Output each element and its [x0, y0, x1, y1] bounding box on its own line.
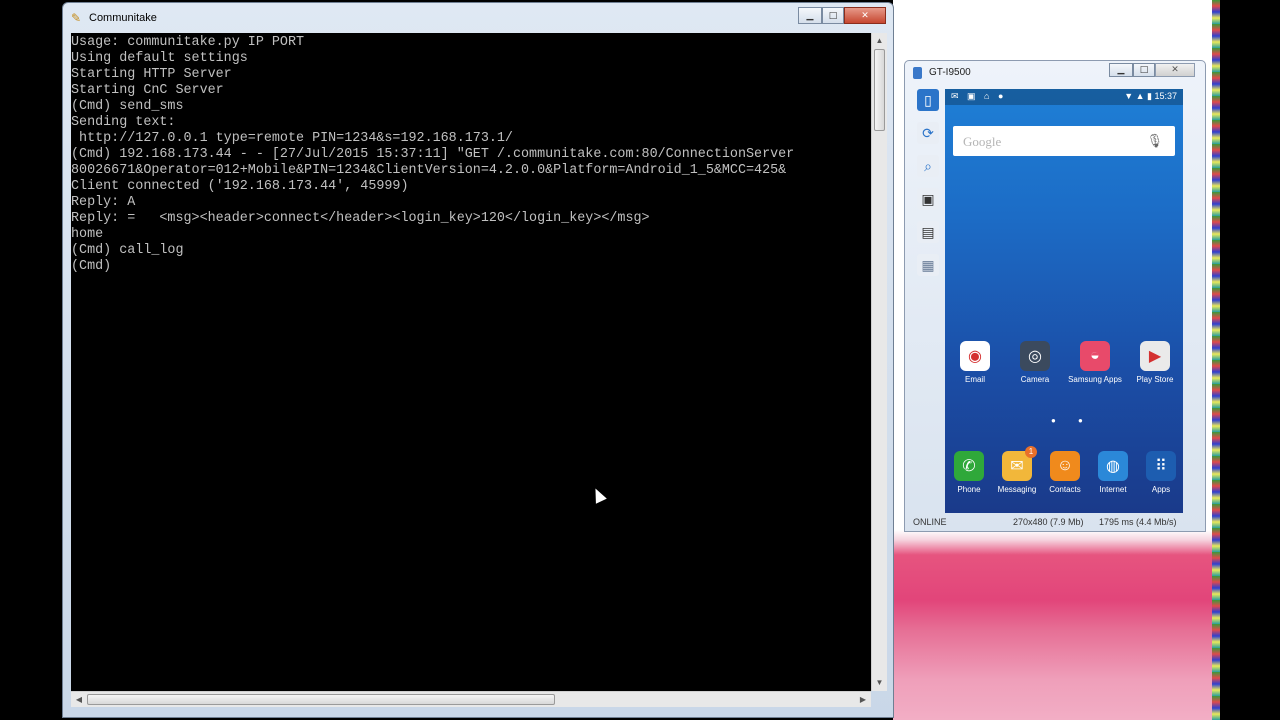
camera-icon: ◎ [1020, 341, 1050, 371]
emulator-close-button[interactable]: ✕ [1155, 63, 1195, 77]
internet-icon: ◍ [1098, 451, 1128, 481]
microphone-icon[interactable]: 🎙 [1146, 133, 1163, 149]
console-title: Communitake [89, 12, 157, 24]
app-label: Email [964, 375, 985, 384]
device-icon[interactable]: ▯ [917, 89, 939, 111]
app-label: Play Store [1136, 375, 1174, 384]
messaging-icon: ✉ 1 [1002, 446, 1037, 481]
notification-badge: 1 [1025, 446, 1037, 458]
phone-screen[interactable]: ✉ ▣ ⌂ ● ▼ ▲ ▮ 15:37 Google 🎙 ◉ Email ◎ Came… [945, 89, 1183, 513]
scroll-right-arrow-icon[interactable]: ▶ [855, 692, 871, 707]
phone-device-icon [913, 67, 922, 79]
play-store-icon: ▶ [1140, 341, 1170, 371]
emulator-minimize-button[interactable]: ▁ [1109, 63, 1133, 77]
horizontal-scroll-thumb[interactable] [87, 694, 555, 705]
close-button[interactable]: ✕ [844, 7, 886, 24]
status-online: ONLINE [913, 517, 947, 527]
document-icon[interactable]: ▦ [917, 254, 939, 276]
vertical-scroll-thumb[interactable] [874, 49, 885, 131]
app-label: Apps [1151, 485, 1171, 494]
desktop-left-strip [0, 0, 62, 720]
record-icon[interactable]: ▤ [917, 221, 939, 243]
console-window[interactable]: ✎ Communitake ▁ □ ✕ Usage: communitake.p… [62, 2, 894, 718]
app-email[interactable]: ◉ Email [947, 341, 1003, 384]
contacts-icon: ☺ [1050, 451, 1080, 481]
mouse-cursor [590, 485, 607, 504]
app-camera[interactable]: ◎ Camera [1007, 341, 1063, 384]
phone-status-bar: ✉ ▣ ⌂ ● ▼ ▲ ▮ 15:37 [945, 89, 1183, 105]
scroll-up-arrow-icon[interactable]: ▲ [872, 33, 887, 49]
search-logo: Google [963, 134, 1002, 149]
email-icon: ◉ [960, 341, 990, 371]
status-time: ▼ ▲ ▮ 15:37 [1124, 91, 1177, 101]
scroll-down-arrow-icon[interactable]: ▼ [872, 675, 887, 691]
samsung-apps-icon: ◒ [1080, 341, 1110, 371]
app-label: Camera [1020, 375, 1050, 384]
desktop-edge-stripe [1212, 0, 1220, 720]
screenshot-icon[interactable]: ▣ [917, 188, 939, 210]
console-titlebar[interactable]: ✎ Communitake ▁ □ ✕ [63, 3, 893, 31]
minimize-button[interactable]: ▁ [798, 7, 822, 24]
app-label: Samsung Apps [1068, 375, 1122, 384]
console-caption-buttons: ▁ □ ✕ [798, 7, 886, 24]
emulator-toolbar: ▯ ⟳ ⌕ ▣ ▤ ▦ [913, 89, 943, 509]
emulator-window[interactable]: GT-I9500 ▁ □ ✕ ▯ ⟳ ⌕ ▣ ▤ ▦ ✉ ▣ ⌂ ● ▼ ▲ ▮… [904, 60, 1206, 532]
app-apps[interactable]: ⠿ Apps [1133, 451, 1183, 494]
phone-icon: ✆ [954, 451, 984, 481]
console-output[interactable]: Usage: communitake.py IP PORT Using defa… [71, 33, 871, 691]
app-samsung-apps[interactable]: ◒ Samsung Apps [1067, 341, 1123, 384]
console-text: Usage: communitake.py IP PORT Using defa… [71, 35, 795, 274]
status-resolution: 270x480 (7.9 Mb) [1013, 517, 1084, 527]
zoom-icon[interactable]: ⌕ [917, 155, 939, 177]
python-icon: ✎ [71, 11, 82, 25]
status-latency: 1795 ms (4.4 Mb/s) [1099, 517, 1177, 527]
emulator-caption-buttons: ▁ □ ✕ [1109, 63, 1195, 77]
vertical-scrollbar[interactable]: ▲ ▼ [871, 33, 887, 691]
emulator-statusbar: ONLINE 270x480 (7.9 Mb) 1795 ms (4.4 Mb/… [905, 515, 1205, 531]
google-search-widget[interactable]: Google 🎙 [953, 126, 1175, 156]
page-indicator: ● ● [1051, 416, 1093, 425]
maximize-button[interactable]: □ [822, 7, 844, 24]
emulator-title: GT-I9500 [929, 67, 971, 78]
horizontal-scrollbar[interactable]: ◀ ▶ [71, 691, 871, 707]
notification-icons: ✉ ▣ ⌂ ● [951, 91, 1007, 101]
app-play-store[interactable]: ▶ Play Store [1127, 341, 1183, 384]
scroll-left-arrow-icon[interactable]: ◀ [71, 692, 87, 707]
emulator-maximize-button[interactable]: □ [1133, 63, 1155, 77]
refresh-icon[interactable]: ⟳ [917, 122, 939, 144]
apps-grid-icon: ⠿ [1146, 451, 1176, 481]
